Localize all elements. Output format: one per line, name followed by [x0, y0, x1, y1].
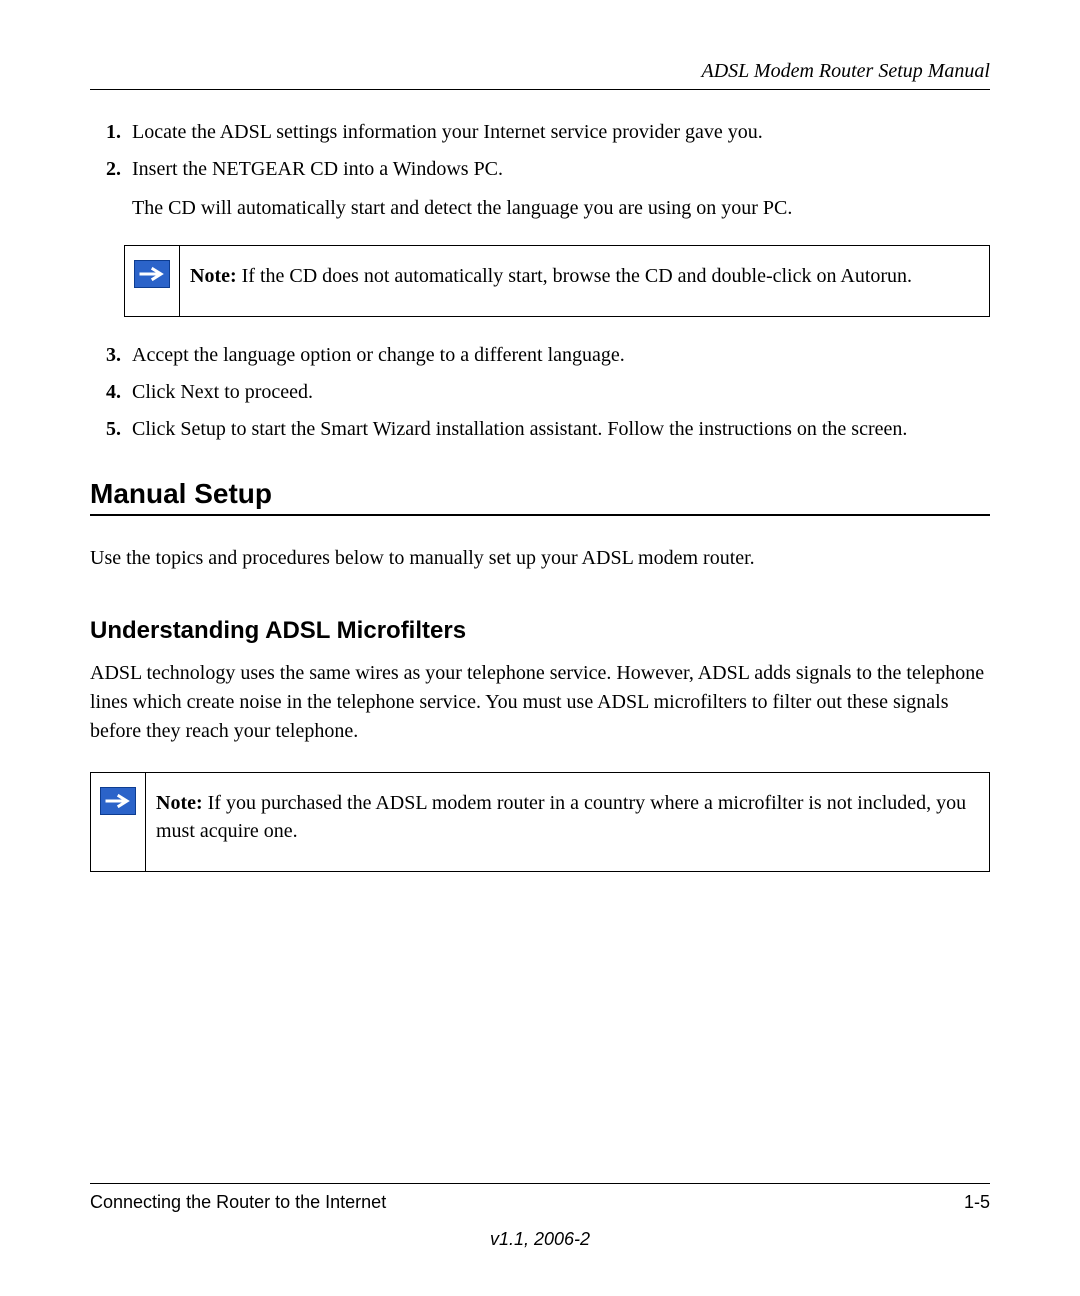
arrow-right-icon: [100, 787, 136, 815]
note-label: Note:: [156, 792, 208, 814]
note-box: Note: If the CD does not automatically s…: [124, 245, 990, 317]
note-box: Note: If you purchased the ADSL modem ro…: [90, 772, 990, 872]
section-intro: Use the topics and procedures below to m…: [90, 544, 990, 573]
note-icon-cell: [91, 773, 146, 871]
step-text: Accept the language option or change to …: [132, 344, 625, 366]
ordered-steps-a: Locate the ADSL settings information you…: [90, 118, 990, 223]
step-2: Insert the NETGEAR CD into a Windows PC.…: [126, 155, 990, 223]
header-rule: [90, 89, 990, 90]
step-4: Click Next to proceed.: [126, 378, 990, 407]
footer-version: v1.1, 2006-2: [90, 1229, 990, 1250]
footer-rule: [90, 1183, 990, 1184]
subsection-heading: Understanding ADSL Microfilters: [90, 617, 990, 645]
footer-chapter: Connecting the Router to the Internet: [90, 1192, 386, 1213]
footer-line: Connecting the Router to the Internet 1-…: [90, 1192, 990, 1213]
step-text: Locate the ADSL settings information you…: [132, 121, 763, 143]
note-label: Note:: [190, 265, 242, 287]
step-subtext: The CD will automatically start and dete…: [132, 194, 990, 223]
running-header: ADSL Modem Router Setup Manual: [90, 60, 990, 83]
page-footer: Connecting the Router to the Internet 1-…: [90, 1183, 990, 1250]
note-text: Note: If you purchased the ADSL modem ro…: [146, 773, 989, 871]
note-text: Note: If the CD does not automatically s…: [180, 246, 989, 316]
arrow-right-icon: [134, 260, 170, 288]
note-icon-cell: [125, 246, 180, 316]
step-5: Click Setup to start the Smart Wizard in…: [126, 415, 990, 444]
ordered-steps-b: Accept the language option or change to …: [90, 341, 990, 444]
page: ADSL Modem Router Setup Manual Locate th…: [0, 0, 1080, 1296]
step-text: Click Setup to start the Smart Wizard in…: [132, 418, 907, 440]
footer-page-number: 1-5: [964, 1192, 990, 1213]
step-3: Accept the language option or change to …: [126, 341, 990, 370]
note-body: If you purchased the ADSL modem router i…: [156, 792, 966, 842]
note-body: If the CD does not automatically start, …: [242, 265, 912, 287]
step-1: Locate the ADSL settings information you…: [126, 118, 990, 147]
step-text: Insert the NETGEAR CD into a Windows PC.: [132, 158, 503, 180]
subsection-body: ADSL technology uses the same wires as y…: [90, 659, 990, 746]
step-text: Click Next to proceed.: [132, 381, 313, 403]
section-heading: Manual Setup: [90, 478, 990, 516]
